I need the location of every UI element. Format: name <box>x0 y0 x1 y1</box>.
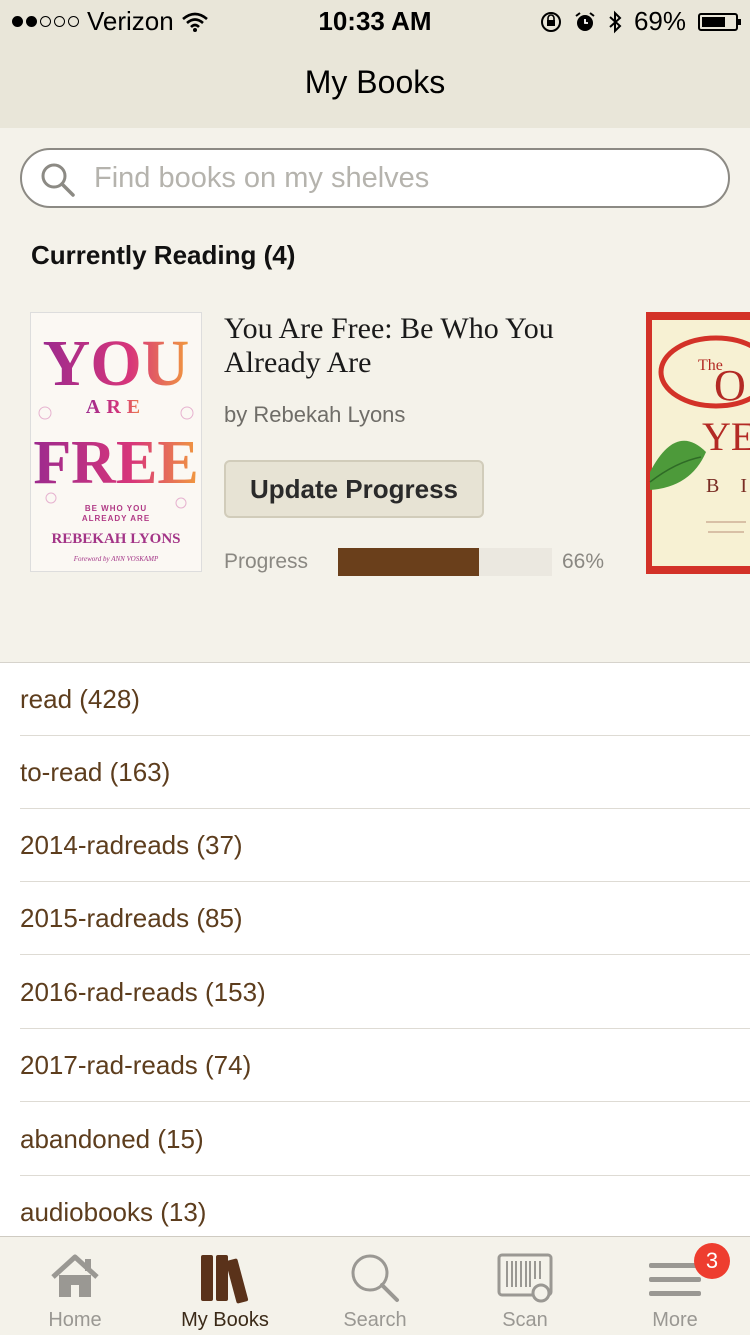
next-cover-line3: YE <box>702 414 750 459</box>
cover-title-line1: YOU <box>43 327 190 400</box>
cover-tagline-2: ALREADY ARE <box>82 514 150 523</box>
book-cover-art: YOU ARE FREE BE WHO YOU ALREADY ARE REBE… <box>33 327 198 563</box>
shelf-item-2015-radreads[interactable]: 2015-radreads (85) <box>20 882 750 955</box>
update-progress-button[interactable]: Update Progress <box>224 460 484 518</box>
progress-bar <box>338 548 552 576</box>
page-title: My Books <box>304 64 446 100</box>
next-book-cover-art: The O YE B I <box>646 312 750 574</box>
search-input[interactable]: Find books on my shelves <box>20 148 730 208</box>
home-icon <box>51 1254 99 1297</box>
books-icon <box>201 1255 249 1304</box>
next-book-cover[interactable]: The O YE B I <box>646 312 750 574</box>
progress-label: Progress <box>224 550 309 573</box>
battery-percent: 69% <box>633 6 686 36</box>
tab-search[interactable]: Search <box>300 1237 450 1335</box>
search-icon <box>351 1254 399 1302</box>
book-author[interactable]: by Rebekah Lyons <box>224 402 405 428</box>
tab-my-books-label: My Books <box>181 1309 269 1331</box>
tab-scan-label: Scan <box>502 1309 548 1331</box>
barcode-scan-icon <box>497 1253 553 1303</box>
battery-icon <box>698 12 741 31</box>
shelf-item-read[interactable]: read (428) <box>20 663 750 736</box>
shelf-item-to-read[interactable]: to-read (163) <box>20 736 750 809</box>
navigation-bar: My Books <box>0 40 750 128</box>
book-cover[interactable]: YOU ARE FREE BE WHO YOU ALREADY ARE REBE… <box>30 312 202 572</box>
notification-badge: 3 <box>694 1243 730 1279</box>
status-right: 69% <box>540 6 741 37</box>
status-bar: Verizon 10:33 AM 69% <box>0 0 750 40</box>
shelf-item-2017-rad-reads[interactable]: 2017-rad-reads (74) <box>20 1029 750 1102</box>
cover-foreword: Foreword by ANN VOSKAMP <box>73 555 159 563</box>
search-placeholder: Find books on my shelves <box>94 162 430 194</box>
next-cover-line4: B I <box>706 475 750 497</box>
bluetooth-icon <box>609 10 622 33</box>
tab-more-label: More <box>652 1309 698 1331</box>
next-cover-line2: O <box>714 361 746 410</box>
tab-search-label: Search <box>343 1309 407 1331</box>
cover-title-line3: FREE <box>33 429 198 497</box>
cover-author: REBEKAH LYONS <box>51 531 180 547</box>
tab-bar: Home My Books Search Scan More <box>0 1236 750 1335</box>
book-title[interactable]: You Are Free: Be Who You Already Are <box>224 312 624 380</box>
alarm-icon <box>575 11 595 31</box>
shelf-item-abandoned[interactable]: abandoned (15) <box>20 1103 750 1176</box>
cover-title-line2: ARE <box>86 396 146 418</box>
progress-bar-fill <box>338 548 480 576</box>
shelf-item-2014-radreads[interactable]: 2014-radreads (37) <box>20 809 750 882</box>
tab-scan[interactable]: Scan <box>450 1237 600 1335</box>
tab-home-label: Home <box>48 1309 102 1331</box>
cover-tagline-1: BE WHO YOU <box>85 504 147 513</box>
shelf-item-audiobooks[interactable]: audiobooks (13) <box>20 1176 750 1237</box>
tab-my-books[interactable]: My Books <box>150 1237 300 1335</box>
shelves-list: read (428) to-read (163) 2014-radreads (… <box>0 662 750 1237</box>
shelf-item-2016-rad-reads[interactable]: 2016-rad-reads (153) <box>20 956 750 1029</box>
search-icon <box>41 163 75 197</box>
currently-reading-heading: Currently Reading (4) <box>31 240 296 270</box>
tab-home[interactable]: Home <box>0 1237 150 1335</box>
progress-percent: 66% <box>562 550 605 573</box>
orientation-lock-icon <box>540 11 561 32</box>
